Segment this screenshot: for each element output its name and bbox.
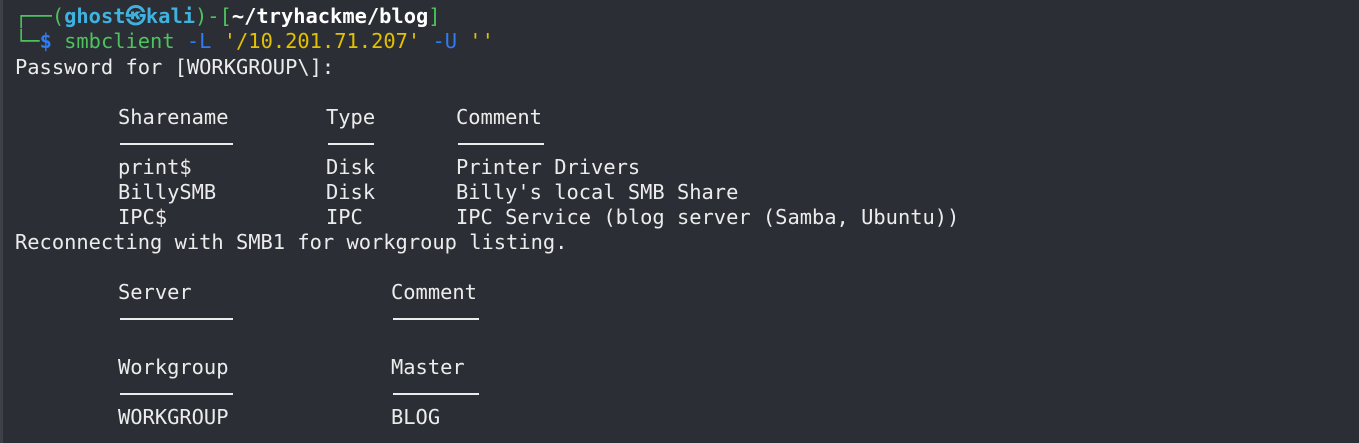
server-underline — [120, 318, 233, 320]
shares-header-sharename: Sharename — [118, 105, 229, 129]
share-row-2-name: BillySMB — [118, 180, 217, 204]
command-flag-u: -U — [432, 29, 458, 53]
command-line: └─$ smbclient -L '/10.201.71.207' -U '' — [15, 29, 494, 54]
password-prompt: Password for [WORKGROUP\]: — [15, 55, 335, 79]
workgroup-header-master: Master — [391, 355, 465, 379]
prompt-corner-bottom: └─ — [15, 29, 40, 53]
command-name: smbclient — [64, 29, 175, 53]
sharename-underline — [120, 143, 233, 145]
command-user-arg: '' — [469, 29, 494, 53]
share-row-1-type: Disk — [326, 155, 376, 179]
prompt-bracket-close: ] — [428, 4, 441, 28]
share-row-3-name: IPC$ — [118, 205, 168, 229]
prompt-dollar: $ — [39, 29, 52, 53]
server-header-server: Server — [118, 280, 192, 304]
master-underline — [393, 393, 479, 395]
shares-header-comment: Comment — [456, 105, 542, 129]
prompt-host: kali — [145, 4, 195, 28]
workgroup-row-1-name: WORKGROUP — [118, 405, 229, 429]
share-row-3-type: IPC — [326, 205, 363, 229]
server-comment-underline — [393, 318, 479, 320]
reconnect-message: Reconnecting with SMB1 for workgroup lis… — [15, 230, 568, 254]
workgroup-header-workgroup: Workgroup — [118, 355, 229, 379]
prompt-header-line: ┌──(ghost㉿kali)-[~/tryhackme/blog] — [15, 4, 441, 29]
share-row-2-type: Disk — [326, 180, 376, 204]
share-row-3-comment: IPC Service (blog server (Samba, Ubuntu)… — [456, 205, 960, 229]
comment-underline — [458, 143, 544, 145]
command-flag-l: -L — [186, 29, 212, 53]
share-row-1-comment: Printer Drivers — [456, 155, 641, 179]
workgroup-underline — [120, 393, 233, 395]
prompt-user: ghost — [64, 4, 126, 28]
prompt-at-icon: ㉿ — [125, 4, 146, 28]
server-header-comment: Comment — [391, 280, 477, 304]
shares-header-type: Type — [326, 105, 376, 129]
prompt-bracket-mid: )-[ — [195, 4, 232, 28]
workgroup-row-1-master: BLOG — [391, 405, 441, 429]
share-row-1-name: print$ — [118, 155, 192, 179]
prompt-cwd: ~/tryhackme/blog — [231, 4, 429, 28]
terminal-window[interactable]: ┌──(ghost㉿kali)-[~/tryhackme/blog] └─$ s… — [0, 0, 1359, 443]
share-row-2-comment: Billy's local SMB Share — [456, 180, 739, 204]
command-target: '/10.201.71.207' — [223, 29, 421, 53]
type-underline — [328, 143, 374, 145]
prompt-corner-top: ┌──( — [15, 4, 65, 28]
